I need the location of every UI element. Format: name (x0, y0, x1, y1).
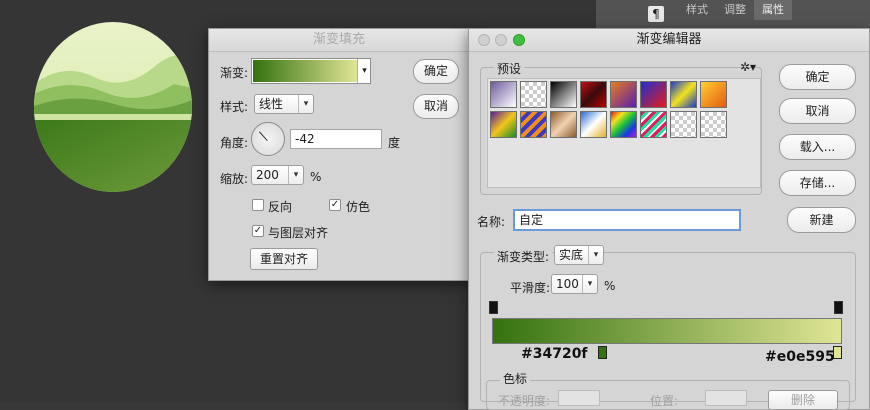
chevron-down-icon: ▾ (582, 275, 597, 293)
preset-swatch[interactable] (550, 81, 577, 108)
smoothness-label: 平滑度: (510, 281, 551, 295)
preset-swatch[interactable] (520, 111, 547, 138)
reset-alignment-button[interactable]: 重置对齐 (250, 248, 318, 270)
paragraph-icon[interactable]: ¶ (648, 6, 664, 22)
smoothness-unit: % (604, 279, 616, 293)
presets-grid (487, 78, 761, 188)
name-label: 名称: (477, 215, 506, 229)
align-with-layer-label: 与图层对齐 (268, 226, 329, 240)
new-button[interactable]: 新建 (787, 207, 856, 233)
gradient-type-select[interactable]: 实底 ▾ (554, 245, 604, 265)
reverse-checkbox[interactable] (252, 199, 264, 211)
angle-dial-needle (258, 131, 268, 141)
angle-label: 角度: (220, 136, 249, 150)
tab-styles[interactable]: 样式 (678, 0, 716, 20)
landscape-illustration (34, 22, 192, 192)
cancel-button[interactable]: 取消 (779, 98, 856, 124)
landscape-artwork (34, 22, 192, 192)
preset-swatch[interactable] (580, 111, 607, 138)
dialog-title: 渐变编辑器 (469, 29, 869, 52)
style-select[interactable]: 线性 ▾ (254, 94, 314, 114)
color-stop-right-hex: #e0e595 (765, 349, 835, 365)
preset-swatch[interactable] (670, 111, 697, 138)
chevron-down-icon: ▾ (588, 246, 603, 264)
style-select-value: 线性 (259, 97, 284, 111)
delete-button[interactable]: 删除 (768, 390, 838, 410)
name-input[interactable]: 自定 (513, 209, 741, 231)
presets-label: 预设 (494, 60, 525, 77)
scale-label: 缩放: (220, 172, 249, 186)
gear-icon[interactable]: ✲▾ (740, 60, 756, 74)
dither-checkbox[interactable]: ✓ (329, 199, 341, 211)
window-zoom-button[interactable] (513, 34, 525, 46)
tab-properties[interactable]: 属性 (754, 0, 792, 20)
chevron-down-icon: ▾ (288, 166, 303, 184)
gradient-bar[interactable] (492, 318, 842, 344)
save-button[interactable]: 存储... (779, 170, 856, 196)
color-stop-left-hex: #34720f (521, 346, 588, 362)
load-button[interactable]: 载入... (779, 134, 856, 160)
gradient-preview (253, 60, 357, 82)
style-label: 样式: (220, 100, 249, 114)
opacity-label: 不透明度: (498, 394, 551, 408)
angle-input[interactable]: -42 (290, 129, 382, 149)
smoothness-value: 100 (556, 277, 579, 291)
preset-swatch[interactable] (610, 111, 637, 138)
preset-swatch[interactable] (490, 81, 517, 108)
reverse-label: 反向 (268, 200, 293, 214)
scale-select[interactable]: 200 ▾ (251, 165, 304, 185)
chevron-down-icon: ▾ (298, 95, 313, 113)
preset-swatch[interactable] (580, 81, 607, 108)
dialog-title: 渐变填充 (209, 29, 469, 52)
gradient-type-value: 实底 (559, 248, 584, 262)
preset-swatch[interactable] (550, 111, 577, 138)
gradient-label: 渐变: (220, 66, 249, 80)
preset-swatch[interactable] (490, 111, 517, 138)
window-close-button[interactable] (478, 34, 490, 46)
preset-swatch[interactable] (640, 111, 667, 138)
tab-adjustments[interactable]: 调整 (716, 0, 754, 20)
preset-swatch[interactable] (700, 111, 727, 138)
color-stop-left[interactable] (598, 346, 607, 359)
color-stops-label: 色标 (500, 370, 531, 387)
opacity-input[interactable] (558, 390, 600, 406)
ok-button[interactable]: 确定 (779, 64, 856, 90)
angle-dial[interactable] (251, 122, 285, 156)
location-label: 位置: (650, 394, 679, 408)
dither-label: 仿色 (346, 200, 371, 214)
opacity-stop-right[interactable] (834, 301, 843, 314)
preset-swatch[interactable] (520, 81, 547, 108)
location-input[interactable] (705, 390, 747, 406)
smoothness-select[interactable]: 100 ▾ (551, 274, 598, 294)
align-with-layer-checkbox[interactable]: ✓ (252, 225, 264, 237)
cancel-button[interactable]: 取消 (413, 94, 459, 119)
scale-select-value: 200 (256, 168, 279, 182)
opacity-stop-left[interactable] (489, 301, 498, 314)
preset-swatch[interactable] (640, 81, 667, 108)
preset-swatch[interactable] (610, 81, 637, 108)
gradient-type-label: 渐变类型: (494, 248, 553, 265)
angle-unit: 度 (388, 136, 401, 150)
scale-unit: % (310, 170, 322, 184)
preset-swatch[interactable] (700, 81, 727, 108)
preset-swatch[interactable] (670, 81, 697, 108)
chevron-down-icon[interactable]: ▾ (357, 59, 371, 83)
gradient-picker[interactable]: ▾ (251, 58, 371, 84)
ok-button[interactable]: 确定 (413, 59, 459, 84)
window-minimize-button[interactable] (495, 34, 507, 46)
